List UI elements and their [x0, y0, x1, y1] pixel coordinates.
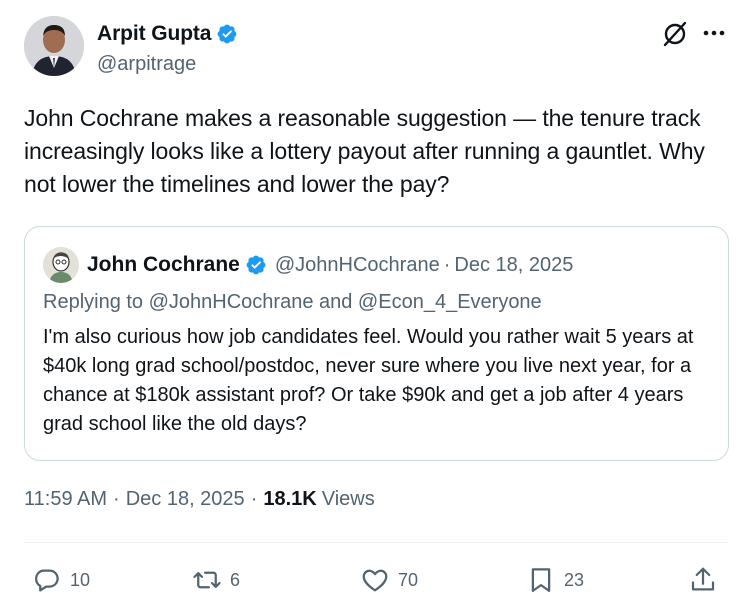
retweet-icon — [193, 571, 221, 589]
repost-count: 6 — [230, 569, 241, 590]
quoted-author-display-name[interactable]: John Cochrane — [87, 253, 240, 277]
tweet-time[interactable]: 11:59 AM — [24, 488, 107, 511]
like-count: 70 — [398, 569, 419, 590]
author-name-row: Arpit Gupta — [97, 22, 238, 46]
reply-button[interactable]: 10 — [32, 560, 90, 600]
quoted-tweet[interactable]: John Cochrane @JohnHCochrane · Dec 18, 2… — [24, 226, 729, 461]
more-icon — [703, 30, 725, 36]
author-display-name[interactable]: Arpit Gupta — [97, 22, 211, 46]
separator-dot: · — [113, 488, 120, 510]
quoted-tweet-text: I'm also curious how job candidates feel… — [43, 326, 694, 435]
quoted-tweet-date[interactable]: Dec 18, 2025 — [454, 254, 573, 277]
verified-badge-icon — [217, 24, 237, 44]
quoted-tweet-header: John Cochrane @JohnHCochrane · Dec 18, 2… — [43, 247, 573, 283]
bookmark-icon — [531, 568, 551, 592]
tweet-header: Arpit Gupta @arpitrage — [24, 16, 729, 78]
share-button[interactable] — [688, 560, 718, 600]
quoted-author-avatar[interactable] — [43, 247, 79, 283]
bookmark-count: 23 — [564, 569, 585, 590]
action-bar: 10 6 70 23 — [24, 560, 729, 600]
grok-button[interactable] — [661, 20, 689, 48]
heart-icon — [362, 569, 388, 592]
reply-count: 10 — [70, 569, 91, 590]
tweet-text: John Cochrane makes a reasonable suggest… — [24, 105, 705, 197]
verified-badge-icon — [246, 255, 266, 275]
repost-button[interactable]: 6 — [192, 560, 240, 600]
separator-dot: · — [443, 253, 451, 276]
share-icon — [691, 567, 715, 591]
separator-dot: · — [250, 488, 258, 510]
like-button[interactable]: 70 — [360, 560, 418, 600]
replying-to: Replying to @JohnHCochrane and @Econ_4_E… — [43, 291, 542, 313]
views-count: 18.1K — [263, 488, 317, 510]
bookmark-button[interactable]: 23 — [526, 560, 584, 600]
views-label: Views — [321, 488, 375, 510]
tweet-meta: 11:59 AM · Dec 18, 2025 · 18.1K Views — [24, 488, 375, 511]
divider — [24, 542, 729, 543]
grok-icon — [663, 21, 687, 47]
tweet-date[interactable]: Dec 18, 2025 — [126, 488, 245, 511]
author-avatar[interactable] — [24, 16, 84, 76]
reply-icon — [35, 569, 59, 592]
quoted-author-handle[interactable]: @JohnHCochrane — [275, 254, 440, 277]
author-handle[interactable]: @arpitrage — [97, 53, 196, 76]
more-button[interactable] — [699, 18, 729, 48]
